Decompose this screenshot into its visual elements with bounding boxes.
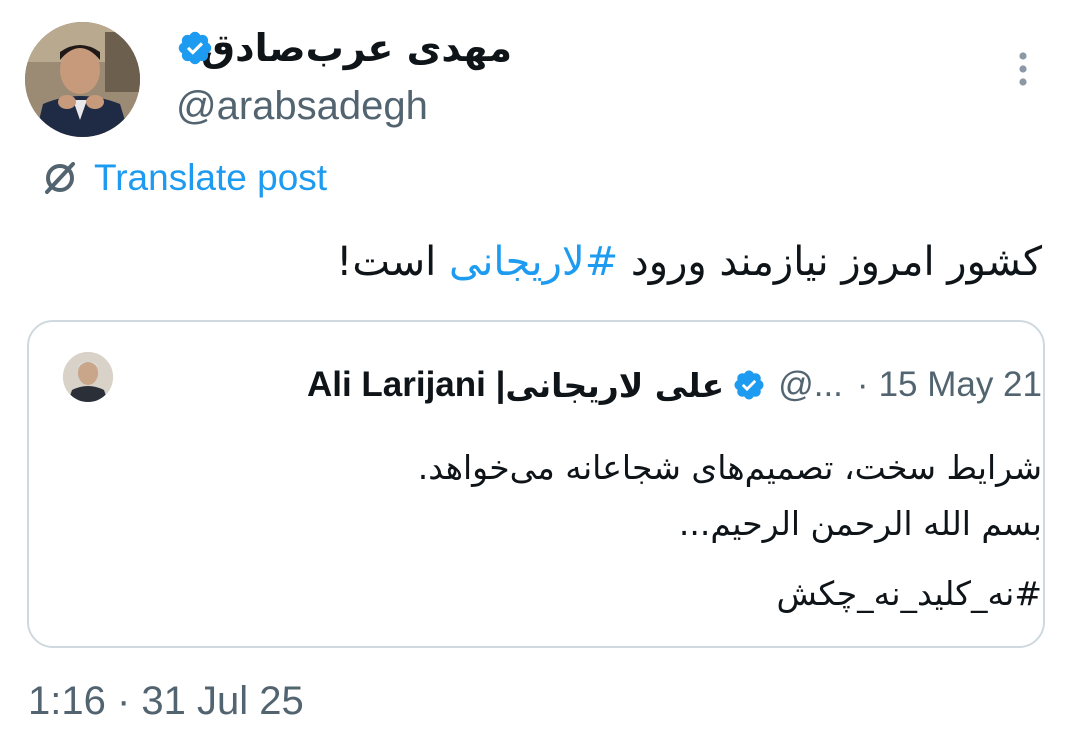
verified-badge-icon — [176, 29, 214, 67]
more-vertical-icon — [1019, 52, 1027, 86]
quoted-line: شرایط سخت، تصمیم‌های شجاعانه می‌خواهد. — [417, 448, 1042, 487]
verified-badge-icon — [734, 370, 764, 400]
author-avatar[interactable] — [25, 22, 140, 137]
avatar-photo — [25, 22, 140, 137]
quoted-author-name-en[interactable]: Ali Larijani | — [307, 365, 505, 405]
avatar-photo — [63, 352, 113, 402]
quoted-author-name-fa[interactable]: علی لاریجانی — [505, 366, 724, 405]
translate-post-link[interactable]: Translate post — [40, 155, 327, 201]
quoted-line: بسم الله الرحمن الرحیم... — [678, 504, 1042, 543]
quoted-author-avatar — [63, 352, 113, 402]
quoted-hashtag-line: #نه_کلید_نه_چکش — [776, 574, 1042, 613]
hashtag-link[interactable]: #لاریجانی — [449, 239, 618, 285]
quoted-post-header: Ali Larijani | علی لاریجانی @... · 15 Ma… — [307, 362, 1042, 408]
header-separator: · — [856, 365, 869, 404]
tweet-text-end: است! — [336, 239, 449, 285]
author-display-name[interactable]: مهدی عرب‌صادق — [201, 25, 512, 71]
quoted-post-date[interactable]: 15 May 21 — [879, 365, 1042, 405]
translate-label: Translate post — [94, 157, 328, 198]
tweet-text: کشور امروز نیازمند ورود #لاریجانی است! — [336, 232, 1042, 292]
author-handle[interactable]: @arabsadegh — [176, 82, 428, 130]
translate-icon — [45, 162, 75, 194]
quoted-post-body: شرایط سخت، تصمیم‌های شجاعانه می‌خواهد. ب… — [102, 440, 1042, 622]
tweet-text-start: کشور امروز نیازمند ورود — [618, 239, 1042, 285]
more-options-button[interactable] — [1000, 46, 1046, 92]
post-timestamp[interactable]: 1:16 · 31 Jul 25 — [28, 676, 304, 726]
quoted-author-handle[interactable]: @... — [778, 365, 843, 405]
